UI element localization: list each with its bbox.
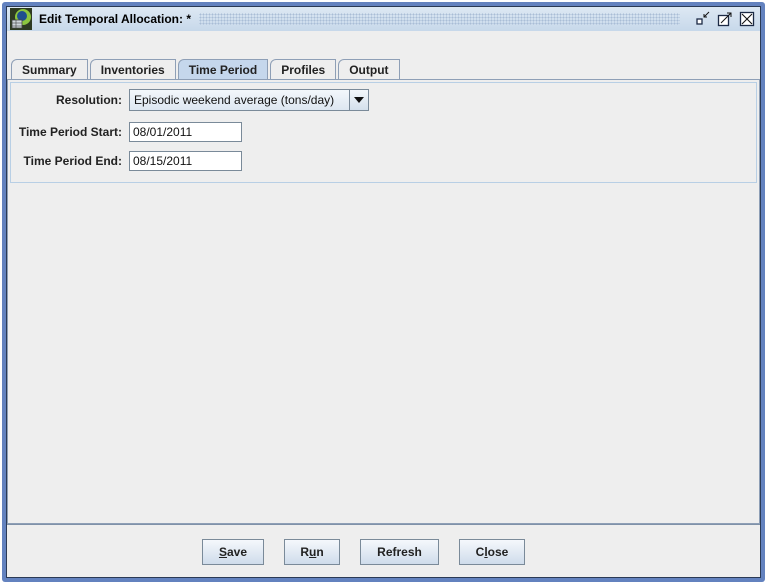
tab-profiles[interactable]: Profiles <box>270 59 337 79</box>
maximize-button[interactable] <box>716 10 734 28</box>
end-row: Time Period End: <box>11 151 242 171</box>
maximize-icon <box>717 12 732 27</box>
tab-label: Output <box>349 62 389 77</box>
app-icon <box>10 8 32 30</box>
close-button[interactable]: Cl ose <box>459 539 525 565</box>
resolution-dropdown-button[interactable] <box>349 90 368 110</box>
close-label-post: ose <box>487 545 509 559</box>
tab-label: Time Period <box>188 63 258 77</box>
end-label: Time Period End: <box>23 154 122 168</box>
run-button[interactable]: Run <box>284 539 340 565</box>
close-icon <box>739 11 755 27</box>
tab-inventories[interactable]: Inventories <box>89 59 176 79</box>
tab-label: Summary <box>22 62 77 77</box>
minimize-icon <box>696 11 710 25</box>
end-date-input[interactable] <box>129 151 242 171</box>
tab-summary[interactable]: Summary <box>11 59 88 79</box>
run-label-post: n <box>316 545 324 559</box>
resolution-select[interactable]: Episodic weekend average (tons/day) <box>129 89 369 111</box>
minimize-button[interactable] <box>694 10 712 28</box>
run-label-pre: R <box>300 545 309 559</box>
refresh-label: Refresh <box>377 545 422 559</box>
window-content: Summary Inventories Time Period Profiles… <box>7 31 760 577</box>
tab-bar: Summary Inventories Time Period Profiles… <box>11 59 402 80</box>
save-button[interactable]: Save <box>202 539 264 565</box>
window-frame: Edit Temporal Allocation: * Summary Inve… <box>2 2 765 582</box>
time-period-form: Resolution: Episodic weekend average (to… <box>10 82 757 183</box>
resolution-row: Resolution: Episodic weekend average (to… <box>11 89 369 111</box>
window: Edit Temporal Allocation: * Summary Inve… <box>6 6 761 578</box>
tab-time-period[interactable]: Time Period <box>177 59 269 80</box>
close-label-pre: C <box>475 545 485 559</box>
start-date-input[interactable] <box>129 122 242 142</box>
start-label: Time Period Start: <box>18 125 122 139</box>
run-mnemonic: u <box>308 545 317 559</box>
tab-label: Inventories <box>100 62 165 77</box>
tab-label: Profiles <box>281 62 326 77</box>
chevron-down-icon <box>354 97 364 103</box>
window-title: Edit Temporal Allocation: * <box>39 12 192 26</box>
title-bar-texture <box>199 13 680 25</box>
title-bar[interactable]: Edit Temporal Allocation: * <box>7 7 760 31</box>
time-period-panel: Resolution: Episodic weekend average (to… <box>7 79 760 524</box>
resolution-label: Resolution: <box>56 93 122 107</box>
close-window-button[interactable] <box>738 10 756 28</box>
save-mnemonic: S <box>218 545 227 559</box>
save-label-post: ave <box>226 545 248 559</box>
refresh-button[interactable]: Refresh <box>360 539 439 565</box>
resolution-value: Episodic weekend average (tons/day) <box>134 93 335 107</box>
button-bar-separator <box>7 524 760 526</box>
tab-output[interactable]: Output <box>338 59 400 79</box>
start-row: Time Period Start: <box>11 122 242 142</box>
